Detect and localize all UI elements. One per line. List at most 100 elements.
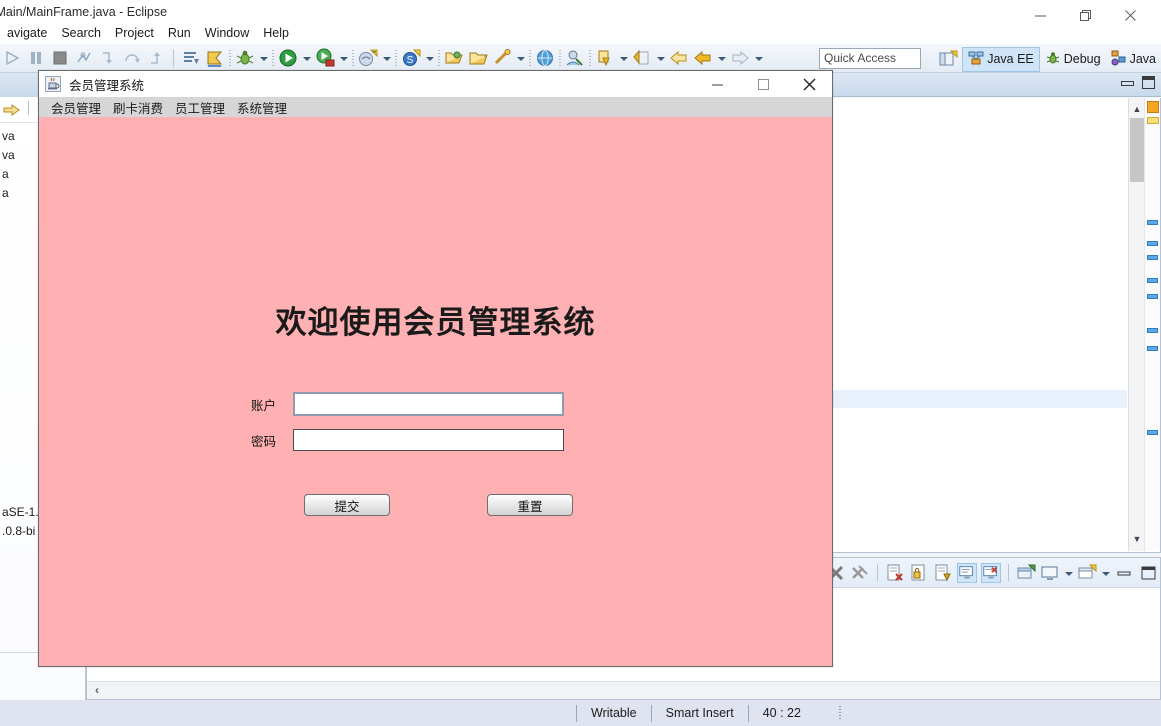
back-dropdown-arrow-icon[interactable]	[715, 47, 728, 69]
ruler-mark[interactable]	[1147, 294, 1158, 299]
run-external-tools-icon[interactable]	[314, 47, 336, 69]
new-console-view-icon[interactable]	[1016, 563, 1036, 583]
new-project-dropdown-arrow-icon[interactable]	[380, 47, 393, 69]
ruler-mark[interactable]	[1147, 328, 1158, 333]
menu-project[interactable]: Project	[108, 26, 161, 40]
scroll-down-icon[interactable]: ▼	[1129, 530, 1145, 547]
minimize-view-icon[interactable]	[1120, 76, 1134, 89]
open-console-icon[interactable]	[981, 562, 1001, 583]
toolbar-drag-handle[interactable]	[350, 48, 356, 68]
display-selected-console-icon[interactable]	[957, 562, 977, 583]
ruler-mark[interactable]	[1147, 430, 1158, 435]
toolbar-drag-handle[interactable]	[393, 48, 399, 68]
quick-fix-dropdown-arrow-icon[interactable]	[514, 47, 527, 69]
perspective-debug[interactable]: Debug	[1040, 48, 1106, 71]
menu-search[interactable]: Search	[54, 26, 108, 40]
open-type-icon[interactable]	[443, 47, 465, 69]
new-servlet-dropdown-arrow-icon[interactable]	[423, 47, 436, 69]
dialog-titlebar[interactable]: 会员管理系统	[39, 71, 832, 97]
console-horizontal-scrollbar[interactable]: ‹	[87, 681, 1160, 699]
suspend-icon[interactable]	[25, 47, 47, 69]
debug-dropdown-arrow-icon[interactable]	[257, 47, 270, 69]
step-into-icon[interactable]	[97, 47, 119, 69]
back-icon[interactable]	[692, 47, 714, 69]
next-edit-dropdown-arrow-icon[interactable]	[617, 47, 630, 69]
minimize-console-icon[interactable]	[1114, 563, 1134, 583]
scrollbar-thumb[interactable]	[1130, 118, 1144, 182]
toolbar-drag-handle[interactable]	[557, 48, 563, 68]
open-console-dropdown-icon[interactable]	[1077, 563, 1097, 583]
eclipse-status-bar: Writable Smart Insert 40 : 22	[0, 700, 1161, 726]
step-over-icon[interactable]	[121, 47, 143, 69]
maximize-view-icon[interactable]	[1142, 76, 1155, 89]
previous-edit-dropdown-arrow-icon[interactable]	[654, 47, 667, 69]
dialog-menu-employee[interactable]: 员工管理	[169, 98, 231, 117]
display-selected-console-menu-icon[interactable]	[1040, 563, 1060, 583]
menu-window[interactable]: Window	[198, 26, 256, 40]
remove-all-terminated-icon[interactable]	[850, 563, 870, 583]
dialog-menu-member[interactable]: 会员管理	[45, 98, 107, 117]
toolbar-drag-handle[interactable]	[227, 48, 233, 68]
debug-bug-icon[interactable]	[234, 47, 256, 69]
ruler-mark[interactable]	[1147, 220, 1158, 225]
open-resource-icon[interactable]	[467, 47, 489, 69]
open-browser-icon[interactable]	[534, 47, 556, 69]
dialog-close-icon[interactable]	[786, 71, 832, 97]
menu-help[interactable]: Help	[256, 26, 296, 40]
password-input[interactable]	[293, 429, 564, 451]
back-history-icon[interactable]	[668, 47, 690, 69]
menu-navigate[interactable]: avigate	[0, 26, 54, 40]
open-perspective-icon[interactable]	[938, 49, 958, 69]
resume-icon[interactable]	[1, 47, 23, 69]
external-tools-dropdown-arrow-icon[interactable]	[337, 47, 350, 69]
scroll-up-icon[interactable]: ▲	[1129, 100, 1145, 117]
reset-button[interactable]: 重置	[487, 494, 573, 516]
account-input[interactable]	[293, 392, 564, 416]
clear-console-icon[interactable]	[885, 563, 905, 583]
ruler-mark[interactable]	[1147, 346, 1158, 351]
ruler-todo-marker[interactable]	[1147, 117, 1159, 124]
ruler-mark[interactable]	[1147, 255, 1158, 260]
dialog-menu-card-consumption[interactable]: 刷卡消费	[107, 98, 169, 117]
console-dropdown-arrow-icon[interactable]	[1062, 562, 1075, 584]
next-edit-location-icon[interactable]	[594, 47, 616, 69]
toolbar-drag-handle[interactable]	[587, 48, 593, 68]
run-dropdown-arrow-icon[interactable]	[300, 47, 313, 69]
status-drag-handle[interactable]	[836, 705, 843, 721]
perspective-java[interactable]: Java	[1106, 48, 1161, 71]
run-icon[interactable]	[277, 47, 299, 69]
step-return-icon[interactable]	[145, 47, 167, 69]
submit-button[interactable]: 提交	[304, 494, 390, 516]
toolbar-drag-handle[interactable]	[270, 48, 276, 68]
search-person-icon[interactable]	[564, 47, 586, 69]
editor-vertical-scrollbar[interactable]: ▲ ▼	[1128, 98, 1144, 551]
new-java-project-icon[interactable]	[357, 47, 379, 69]
maximize-console-icon[interactable]	[1138, 563, 1158, 583]
ruler-warning-marker[interactable]	[1147, 101, 1159, 113]
menu-run[interactable]: Run	[161, 26, 198, 40]
next-annotation-icon[interactable]	[180, 47, 202, 69]
previous-edit-location-icon[interactable]	[631, 47, 653, 69]
toolbar-drag-handle[interactable]	[527, 48, 533, 68]
disconnect-icon[interactable]	[73, 47, 95, 69]
editor-overview-ruler[interactable]	[1144, 98, 1160, 551]
toolbar-drag-handle[interactable]	[436, 48, 442, 68]
forward-dropdown-arrow-icon[interactable]	[752, 47, 765, 69]
link-with-editor-icon[interactable]	[2, 100, 22, 125]
perspective-java-ee[interactable]: Java EE	[962, 46, 1040, 72]
quick-fix-icon[interactable]	[491, 47, 513, 69]
dialog-menu-system[interactable]: 系统管理	[231, 98, 293, 117]
dialog-minimize-icon[interactable]	[694, 71, 740, 97]
toggle-mark-occurrences-icon[interactable]	[204, 47, 226, 69]
forward-icon[interactable]	[729, 47, 751, 69]
scroll-lock-icon[interactable]	[909, 563, 929, 583]
open-console-dropdown-arrow-icon[interactable]	[1099, 562, 1112, 584]
ruler-mark[interactable]	[1147, 278, 1158, 283]
new-servlet-icon[interactable]: S	[400, 47, 422, 69]
terminate-icon[interactable]	[49, 47, 71, 69]
chevron-left-icon[interactable]: ‹	[95, 683, 99, 697]
pin-console-icon[interactable]	[933, 563, 953, 583]
quick-access-input[interactable]: Quick Access	[819, 48, 921, 69]
ruler-mark[interactable]	[1147, 241, 1158, 246]
dialog-maximize-icon[interactable]	[740, 71, 786, 97]
